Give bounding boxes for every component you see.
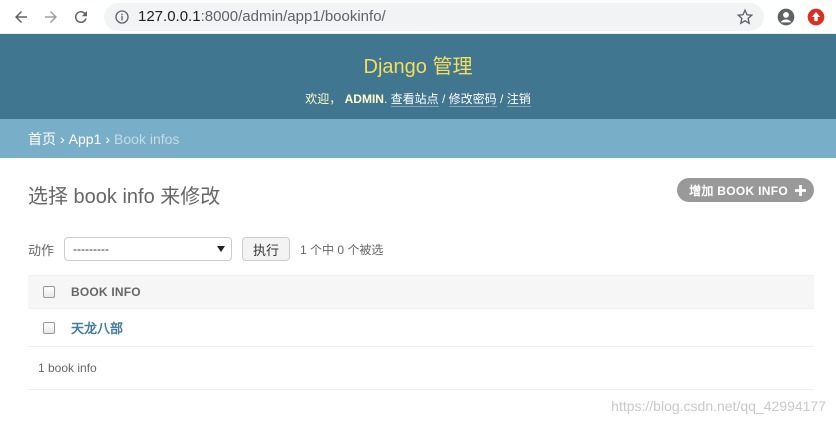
welcome-text: 欢迎， [305,92,342,106]
reload-button[interactable] [68,4,94,30]
address-bar[interactable]: 127.0.0.1:8000/admin/app1/bookinfo/ [104,2,764,31]
plus-icon [795,184,806,196]
separator: / [441,92,446,106]
user-tools: 欢迎， ADMIN. 查看站点 / 修改密码 / 注销 [0,90,836,107]
breadcrumb: 首页 › App1 › Book infos [0,119,836,158]
logout-link[interactable]: 注销 [506,92,531,107]
reload-icon [74,10,87,23]
breadcrumb-separator: › [105,130,111,147]
forward-button[interactable] [38,4,64,30]
row-checkbox[interactable] [43,321,55,334]
star-icon[interactable] [736,8,754,26]
paginator: 1 book info [28,347,814,390]
site-branding[interactable]: Django 管理 [0,50,836,79]
info-icon[interactable] [114,9,130,25]
add-book-info-button[interactable]: 增加 BOOK INFO [677,178,814,202]
selection-counter: 1 个中 0 个被选 [300,242,384,257]
admin-header: Django 管理 欢迎， ADMIN. 查看站点 / 修改密码 / 注销 [0,34,836,119]
table-row: 天龙八部 [28,309,814,347]
breadcrumb-app[interactable]: App1 [69,131,102,147]
breadcrumb-home[interactable]: 首页 [28,129,56,149]
add-button-label: 增加 BOOK INFO [689,183,788,198]
account-icon[interactable] [776,7,796,27]
watermark: https://blog.csdn.net/qq_42994177 [611,398,826,414]
separator: / [500,92,504,106]
view-site-link[interactable]: 查看站点 [390,92,439,107]
column-header-book-info[interactable]: BOOK INFO [71,285,141,299]
row-link[interactable]: 天龙八部 [71,318,123,337]
url-text: 127.0.0.1:8000/admin/app1/bookinfo/ [138,8,386,25]
breadcrumb-separator: › [60,130,65,147]
result-list: BOOK INFO 天龙八部 [28,275,814,347]
select-all-checkbox[interactable] [43,286,55,298]
change-password-link[interactable]: 修改密码 [448,92,497,107]
arrow-left-icon [15,10,27,23]
arrow-right-icon [45,10,57,23]
browser-toolbar: 127.0.0.1:8000/admin/app1/bookinfo/ [0,0,836,34]
go-button[interactable]: 执行 [242,237,291,261]
update-icon[interactable] [806,7,826,27]
table-header: BOOK INFO [28,275,814,309]
action-select-value: --------- [73,242,109,256]
back-button[interactable] [8,4,34,30]
actions-bar: 动作 --------- 执行 1 个中 0 个被选 [28,237,814,261]
actions-label: 动作 [28,242,55,258]
main-content: 选择 book info 来修改 增加 BOOK INFO 动作 -------… [0,158,836,390]
username: ADMIN [344,92,384,106]
action-select[interactable]: --------- [64,237,233,261]
username-dot: . [383,92,388,106]
chevron-down-icon [217,246,226,252]
breadcrumb-current: Book infos [114,130,180,147]
